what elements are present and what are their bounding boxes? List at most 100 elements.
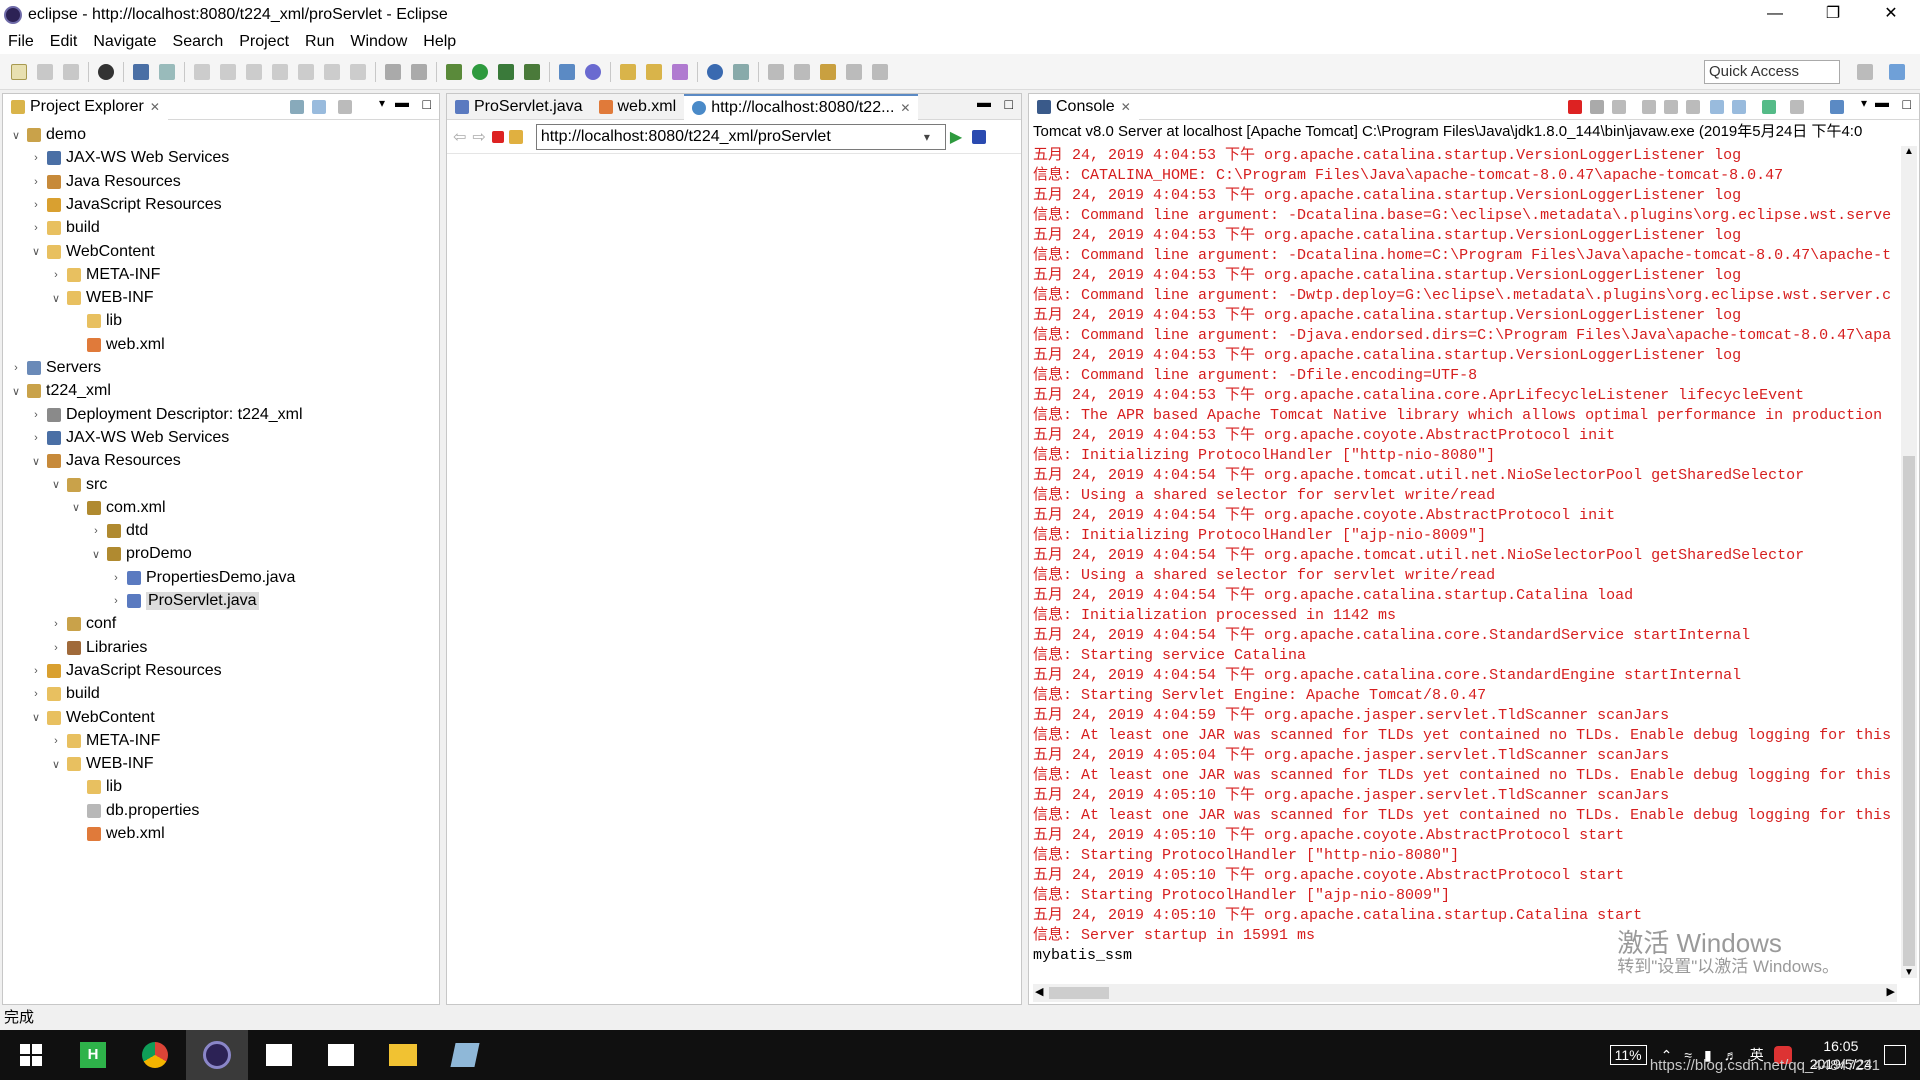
external-tools-icon[interactable] — [524, 63, 540, 80]
scroll-up-icon[interactable]: ▲ — [1904, 146, 1914, 157]
new-icon[interactable] — [11, 63, 27, 80]
taskbar-hbuilder[interactable]: H — [62, 1030, 124, 1080]
chevron-down-icon[interactable]: ∨ — [29, 245, 43, 258]
tree-item[interactable]: › Deployment Descriptor: t224_xml — [29, 404, 302, 426]
last-edit-location-icon[interactable] — [820, 63, 836, 80]
tree-item[interactable]: ∨ WEB-INF — [49, 287, 154, 309]
previous-annotation-icon[interactable] — [794, 63, 810, 80]
tree-item[interactable]: › build — [29, 217, 100, 239]
chevron-right-icon[interactable]: › — [49, 735, 63, 747]
open-type-icon[interactable] — [620, 63, 636, 80]
scroll-right-icon[interactable]: ▶ — [1887, 985, 1895, 998]
tree-item[interactable]: ∨ WebContent — [29, 707, 155, 729]
web-browser-icon[interactable] — [707, 63, 723, 80]
scrollbar-thumb[interactable] — [1049, 987, 1109, 999]
tree-item[interactable]: › dtd — [89, 520, 148, 542]
menu-file[interactable]: File — [0, 33, 42, 51]
tree-item[interactable]: › Servers — [9, 357, 101, 379]
tab-browser[interactable]: http://localhost:8080/t22... ✕ — [684, 93, 919, 120]
tree-item[interactable]: ∨ proDemo — [89, 543, 192, 565]
tree-item[interactable]: lib — [69, 310, 122, 332]
search-icon[interactable] — [672, 63, 688, 80]
drop-to-frame-icon[interactable] — [385, 63, 401, 80]
disconnect-icon[interactable] — [272, 63, 288, 80]
chevron-down-icon[interactable]: ∨ — [29, 455, 43, 468]
taskbar-file-explorer[interactable] — [372, 1030, 434, 1080]
show-on-stdout-icon[interactable] — [1710, 100, 1724, 114]
chevron-down-icon[interactable]: ∨ — [49, 292, 63, 305]
go-icon[interactable]: ▶ — [950, 127, 962, 147]
menu-window[interactable]: Window — [342, 33, 415, 51]
chevron-right-icon[interactable]: › — [49, 618, 63, 630]
chevron-down-icon[interactable]: ▾ — [379, 96, 385, 110]
chevron-down-icon[interactable]: ∨ — [49, 478, 63, 491]
back-icon[interactable] — [846, 63, 862, 80]
chevron-right-icon[interactable]: › — [109, 595, 123, 607]
tree-item[interactable]: ∨ com.xml — [69, 497, 166, 519]
chevron-down-icon[interactable]: ∨ — [89, 548, 103, 561]
menu-navigate[interactable]: Navigate — [85, 33, 164, 51]
start-button[interactable] — [0, 1030, 62, 1080]
maximize-view-icon[interactable]: □ — [423, 96, 431, 112]
scroll-left-icon[interactable]: ◀ — [1035, 985, 1043, 998]
taskbar-notepad[interactable] — [434, 1030, 496, 1080]
back-icon[interactable]: ⇦ — [453, 127, 466, 147]
tree-item[interactable]: › PropertiesDemo.java — [109, 567, 295, 589]
tree-item[interactable]: ∨ t224_xml — [9, 380, 111, 402]
chevron-down-icon[interactable]: ∨ — [49, 758, 63, 771]
chevron-right-icon[interactable]: › — [29, 152, 43, 164]
clear-console-icon[interactable] — [1642, 100, 1656, 114]
chevron-down-icon[interactable]: ▾ — [1861, 96, 1867, 110]
chevron-down-icon[interactable]: ∨ — [69, 501, 83, 514]
menu-edit[interactable]: Edit — [42, 33, 86, 51]
url-input[interactable] — [535, 123, 946, 150]
save-icon[interactable] — [37, 63, 53, 80]
tab-proservlet-java[interactable]: ProServlet.java — [447, 94, 591, 120]
maximize-view-icon[interactable]: □ — [1005, 96, 1013, 112]
menu-help[interactable]: Help — [415, 33, 464, 51]
tree-item[interactable]: › ProServlet.java — [109, 590, 259, 612]
maximize-view-icon[interactable]: □ — [1903, 96, 1911, 112]
remove-launch-icon[interactable] — [1590, 100, 1604, 114]
word-wrap-icon[interactable] — [1686, 100, 1700, 114]
skip-breakpoints-icon[interactable] — [159, 63, 175, 80]
step-over-icon[interactable] — [324, 63, 340, 80]
chevron-right-icon[interactable]: › — [49, 642, 63, 654]
tree-item[interactable]: ∨ demo — [9, 124, 86, 146]
close-icon[interactable]: ✕ — [900, 101, 910, 115]
forward-icon[interactable] — [872, 63, 888, 80]
tree-item[interactable]: › Libraries — [49, 637, 147, 659]
view-menu-icon[interactable] — [338, 100, 352, 114]
minimize-button[interactable]: — — [1746, 0, 1804, 30]
minimize-view-icon[interactable]: ▬ — [395, 94, 409, 110]
resume-icon[interactable] — [194, 63, 210, 80]
tree-item[interactable]: ∨ WEB-INF — [49, 753, 154, 775]
tree-item[interactable]: › Java Resources — [29, 171, 181, 193]
tree-item[interactable]: › build — [29, 683, 100, 705]
save-all-icon[interactable] — [63, 63, 79, 80]
annotation-icon[interactable] — [733, 63, 749, 80]
close-button[interactable]: ✕ — [1862, 0, 1920, 30]
tab-console[interactable]: Console ✕ — [1029, 93, 1139, 120]
minimize-view-icon[interactable]: ▬ — [1875, 94, 1889, 110]
chevron-right-icon[interactable]: › — [29, 665, 43, 677]
tree-item[interactable]: › JAX-WS Web Services — [29, 427, 229, 449]
tree-item[interactable]: ∨ src — [49, 474, 107, 496]
tree-item[interactable]: web.xml — [69, 334, 165, 356]
scrollbar-thumb[interactable] — [1903, 456, 1915, 966]
pin-console-icon[interactable] — [1762, 100, 1776, 114]
chevron-right-icon[interactable]: › — [29, 199, 43, 211]
debug-target-icon[interactable] — [98, 63, 114, 80]
chevron-down-icon[interactable]: ∨ — [29, 711, 43, 724]
stop-icon[interactable] — [491, 130, 504, 143]
terminate-icon[interactable] — [246, 63, 262, 80]
notification-icon[interactable] — [1884, 1045, 1906, 1065]
quick-access-input[interactable]: Quick Access — [1704, 60, 1840, 84]
tree-item[interactable]: db.properties — [69, 800, 199, 822]
chevron-right-icon[interactable]: › — [29, 176, 43, 188]
remove-all-terminated-icon[interactable] — [1612, 100, 1626, 114]
step-into-icon[interactable] — [298, 63, 314, 80]
chevron-right-icon[interactable]: › — [9, 362, 23, 374]
tree-item[interactable]: › META-INF — [49, 730, 160, 752]
chevron-down-icon[interactable]: ∨ — [9, 129, 23, 142]
